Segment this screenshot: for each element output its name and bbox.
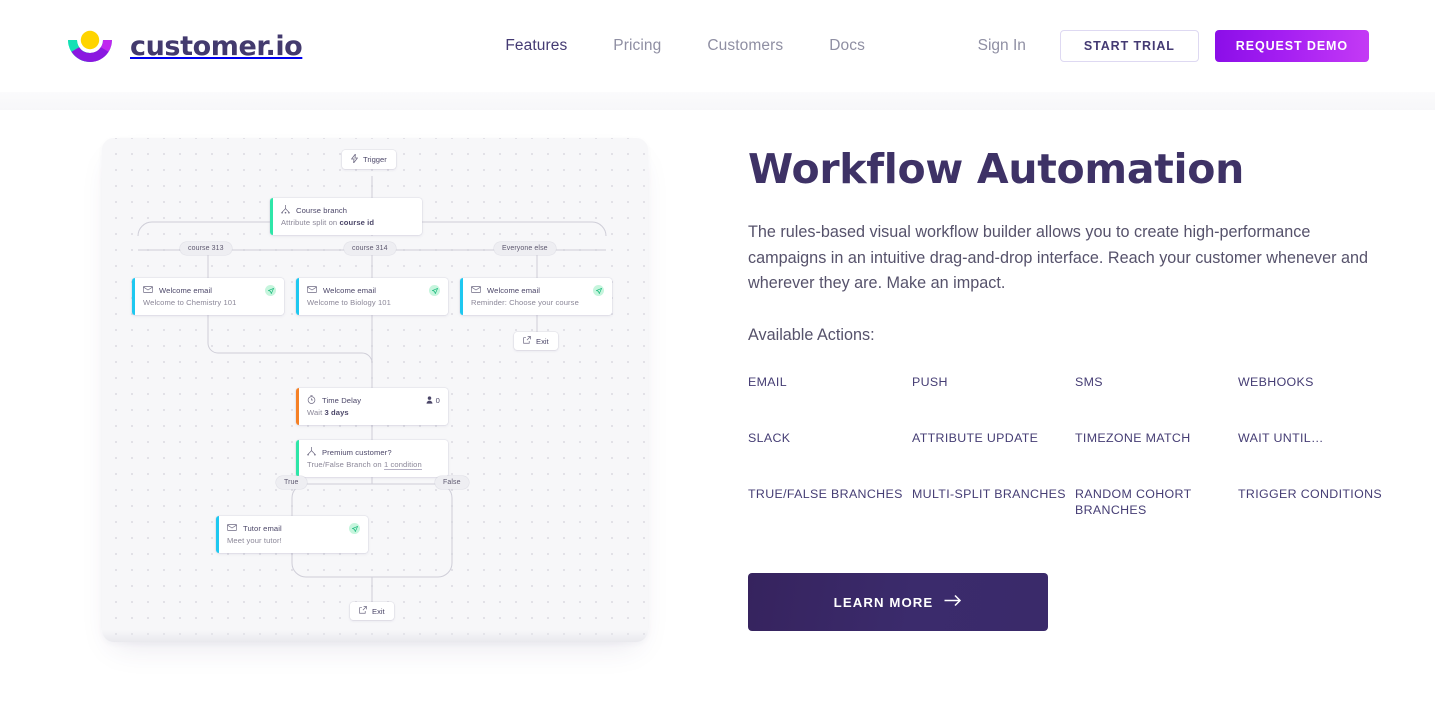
node-course-branch-subtitle: Attribute split on course id [281, 218, 375, 227]
node-trigger-label: Trigger [363, 155, 387, 164]
exit-icon [359, 606, 367, 616]
start-trial-button[interactable]: START TRIAL [1059, 30, 1199, 62]
node-email-subtitle: Welcome to Biology 101 [307, 298, 391, 307]
action-item-trigger-conditions: TRIGGER CONDITIONS [1238, 487, 1382, 502]
nav-item-customers[interactable]: Customers [684, 37, 806, 55]
paper-plane-icon [349, 523, 360, 534]
action-item-webhooks: WEBHOOKS [1238, 374, 1314, 389]
node-tutor-email-title: Tutor email [243, 524, 282, 533]
workflow-graph: Trigger Course branch Attribute split on… [102, 138, 648, 642]
envelope-icon [143, 286, 153, 295]
main-nav: Features Pricing Customers Docs [482, 37, 888, 55]
person-icon [426, 395, 433, 406]
node-time-delay-count: 0 [435, 396, 440, 405]
node-exit-top[interactable]: Exit [514, 332, 558, 350]
nav-item-docs[interactable]: Docs [806, 37, 888, 55]
node-course-branch[interactable]: Course branch Attribute split on course … [270, 198, 422, 235]
paper-plane-icon [265, 285, 276, 296]
header-actions: Sign In START TRIAL REQUEST DEMO [978, 30, 1369, 62]
action-item-email: EMAIL [748, 374, 787, 389]
node-course-branch-title: Course branch [296, 206, 348, 215]
action-item-push: PUSH [912, 374, 948, 389]
customerio-logo-icon [64, 20, 116, 72]
node-trigger[interactable]: Trigger [342, 150, 396, 169]
available-actions-grid: EMAIL PUSH SMS WEBHOOKS SLACK ATTRIBUTE … [748, 374, 1418, 519]
page-title: Workflow Automation [748, 145, 1245, 193]
node-welcome-email-1[interactable]: Welcome email Welcome to Chemistry 101 [132, 278, 284, 315]
logo-text: customer.io [130, 30, 303, 62]
envelope-icon [227, 524, 237, 533]
workflow-illustration-column: Trigger Course branch Attribute split on… [0, 138, 700, 642]
logo-link[interactable]: customer.io [64, 20, 303, 72]
node-time-delay[interactable]: Time Delay 0 Wait 3 days [296, 388, 448, 425]
envelope-icon [471, 286, 481, 295]
node-accent-bar [216, 516, 219, 553]
sign-in-link[interactable]: Sign In [978, 37, 1026, 55]
clock-icon [307, 395, 316, 406]
node-accent-bar [296, 440, 299, 477]
node-exit-bottom[interactable]: Exit [350, 602, 394, 620]
branch-pill-course-313[interactable]: course 313 [180, 242, 232, 255]
node-time-delay-title: Time Delay [322, 396, 362, 405]
arrow-right-icon [944, 594, 962, 610]
node-email-title: Welcome email [487, 286, 541, 295]
branch-pill-course-314[interactable]: course 314 [344, 242, 396, 255]
action-item-slack: SLACK [748, 430, 791, 445]
learn-more-button[interactable]: LEARN MORE [748, 573, 1048, 632]
node-premium-title: Premium customer? [322, 448, 392, 457]
paper-plane-icon [429, 285, 440, 296]
action-item-multi-split-branches: MULTI-SPLIT BRANCHES [912, 487, 1066, 502]
node-exit-top-label: Exit [536, 336, 549, 346]
node-time-delay-subtitle: Wait 3 days [307, 408, 349, 417]
node-email-title: Welcome email [159, 286, 213, 295]
paper-plane-icon [593, 285, 604, 296]
nav-item-pricing[interactable]: Pricing [590, 37, 684, 55]
available-actions-label: Available Actions: [748, 325, 875, 344]
lightning-icon [350, 152, 359, 165]
hero-copy-column: Workflow Automation The rules-based visu… [700, 138, 1418, 642]
hero-section: Trigger Course branch Attribute split on… [0, 110, 1435, 642]
split-icon [307, 447, 316, 458]
header-divider [0, 92, 1435, 110]
action-item-random-cohort-branches: RANDOM COHORT BRANCHES [1075, 487, 1192, 518]
node-tutor-email[interactable]: Tutor email Meet your tutor! [216, 516, 368, 553]
exit-icon [523, 336, 531, 346]
action-item-attribute-update: ATTRIBUTE UPDATE [912, 430, 1039, 445]
node-tutor-email-subtitle: Meet your tutor! [227, 536, 282, 545]
node-exit-bottom-label: Exit [372, 606, 385, 616]
action-item-true-false-branches: TRUE/FALSE BRANCHES [748, 487, 903, 502]
nav-item-features[interactable]: Features [482, 37, 590, 55]
branch-pill-everyone-else[interactable]: Everyone else [494, 242, 556, 255]
node-accent-bar [296, 388, 299, 425]
node-accent-bar [296, 278, 299, 315]
learn-more-label: LEARN MORE [833, 594, 934, 610]
node-welcome-email-2[interactable]: Welcome email Welcome to Biology 101 [296, 278, 448, 315]
workflow-canvas[interactable]: Trigger Course branch Attribute split on… [102, 138, 648, 642]
action-item-wait-until: WAIT UNTIL… [1238, 430, 1324, 445]
request-demo-button[interactable]: REQUEST DEMO [1214, 30, 1369, 62]
action-item-sms: SMS [1075, 374, 1103, 389]
node-accent-bar [270, 198, 273, 235]
split-icon [281, 205, 290, 216]
node-email-subtitle: Welcome to Chemistry 101 [143, 298, 237, 307]
node-premium-subtitle: True/False Branch on 1 condition [307, 460, 422, 470]
node-accent-bar [132, 278, 135, 315]
hero-paragraph: The rules-based visual workflow builder … [748, 223, 1368, 293]
condition-link[interactable]: 1 condition [383, 460, 422, 470]
action-item-timezone-match: TIMEZONE MATCH [1075, 430, 1191, 445]
envelope-icon [307, 286, 317, 295]
branch-pill-true[interactable]: True [276, 476, 307, 489]
node-email-subtitle: Reminder: Choose your course [471, 298, 579, 307]
branch-pill-false[interactable]: False [435, 476, 469, 489]
node-premium-customer[interactable]: Premium customer? True/False Branch on 1… [296, 440, 448, 477]
node-accent-bar [460, 278, 463, 315]
node-email-title: Welcome email [323, 286, 377, 295]
site-header: customer.io Features Pricing Customers D… [0, 0, 1435, 92]
node-welcome-email-3[interactable]: Welcome email Reminder: Choose your cour… [460, 278, 612, 315]
